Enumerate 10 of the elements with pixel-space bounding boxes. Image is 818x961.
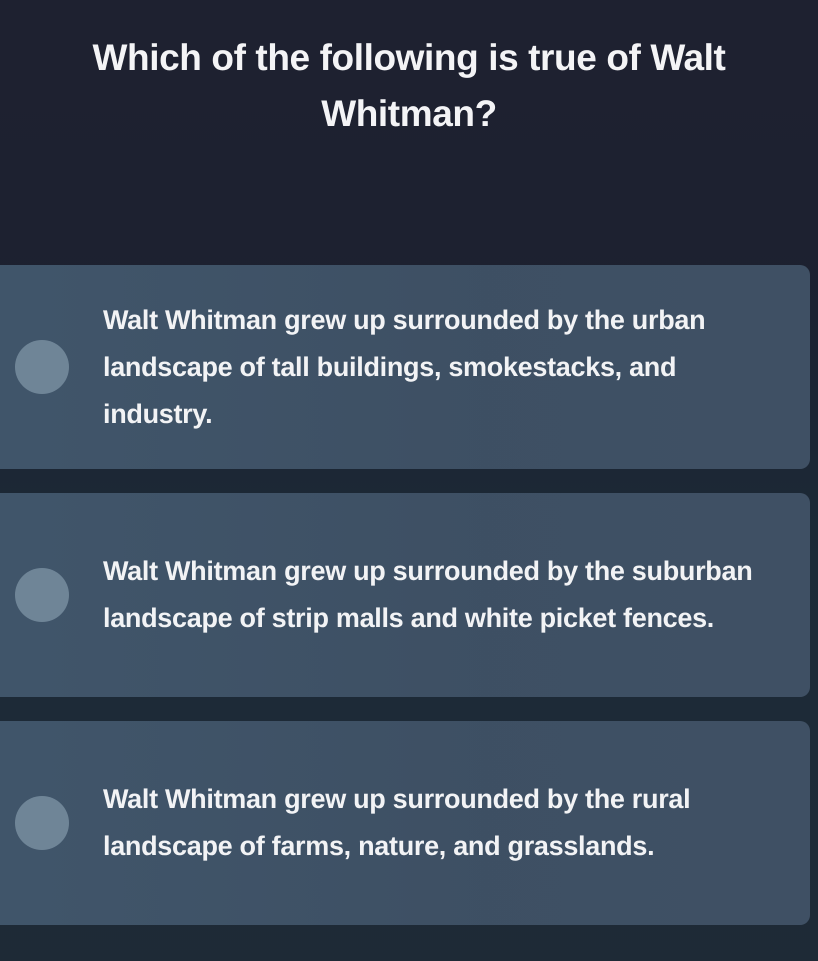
option-text: Walt Whitman grew up surrounded by the urban landscape of tall buildings, smokestacks, and industry.	[103, 304, 706, 431]
radio-button[interactable]	[15, 340, 69, 394]
question-text: Which of the following is true of Walt Whitman?	[92, 36, 726, 136]
option-text: Walt Whitman grew up surrounded by the suburban landscape of strip malls and white picket fences.	[103, 555, 754, 635]
answer-option[interactable]: Walt Whitman grew up surrounded by the urban landscape of tall buildings, smokestacks, and industry.	[0, 265, 810, 469]
radio-button[interactable]	[15, 568, 69, 622]
option-text: Walt Whitman grew up surrounded by the rural landscape of farms, nature, and grasslands.	[103, 783, 692, 863]
answer-option[interactable]: Walt Whitman grew up surrounded by the suburban landscape of strip malls and white picket fences.	[0, 493, 810, 697]
radio-button[interactable]	[15, 796, 69, 850]
answer-option[interactable]: Walt Whitman grew up surrounded by the rural landscape of farms, nature, and grasslands.	[0, 721, 810, 925]
